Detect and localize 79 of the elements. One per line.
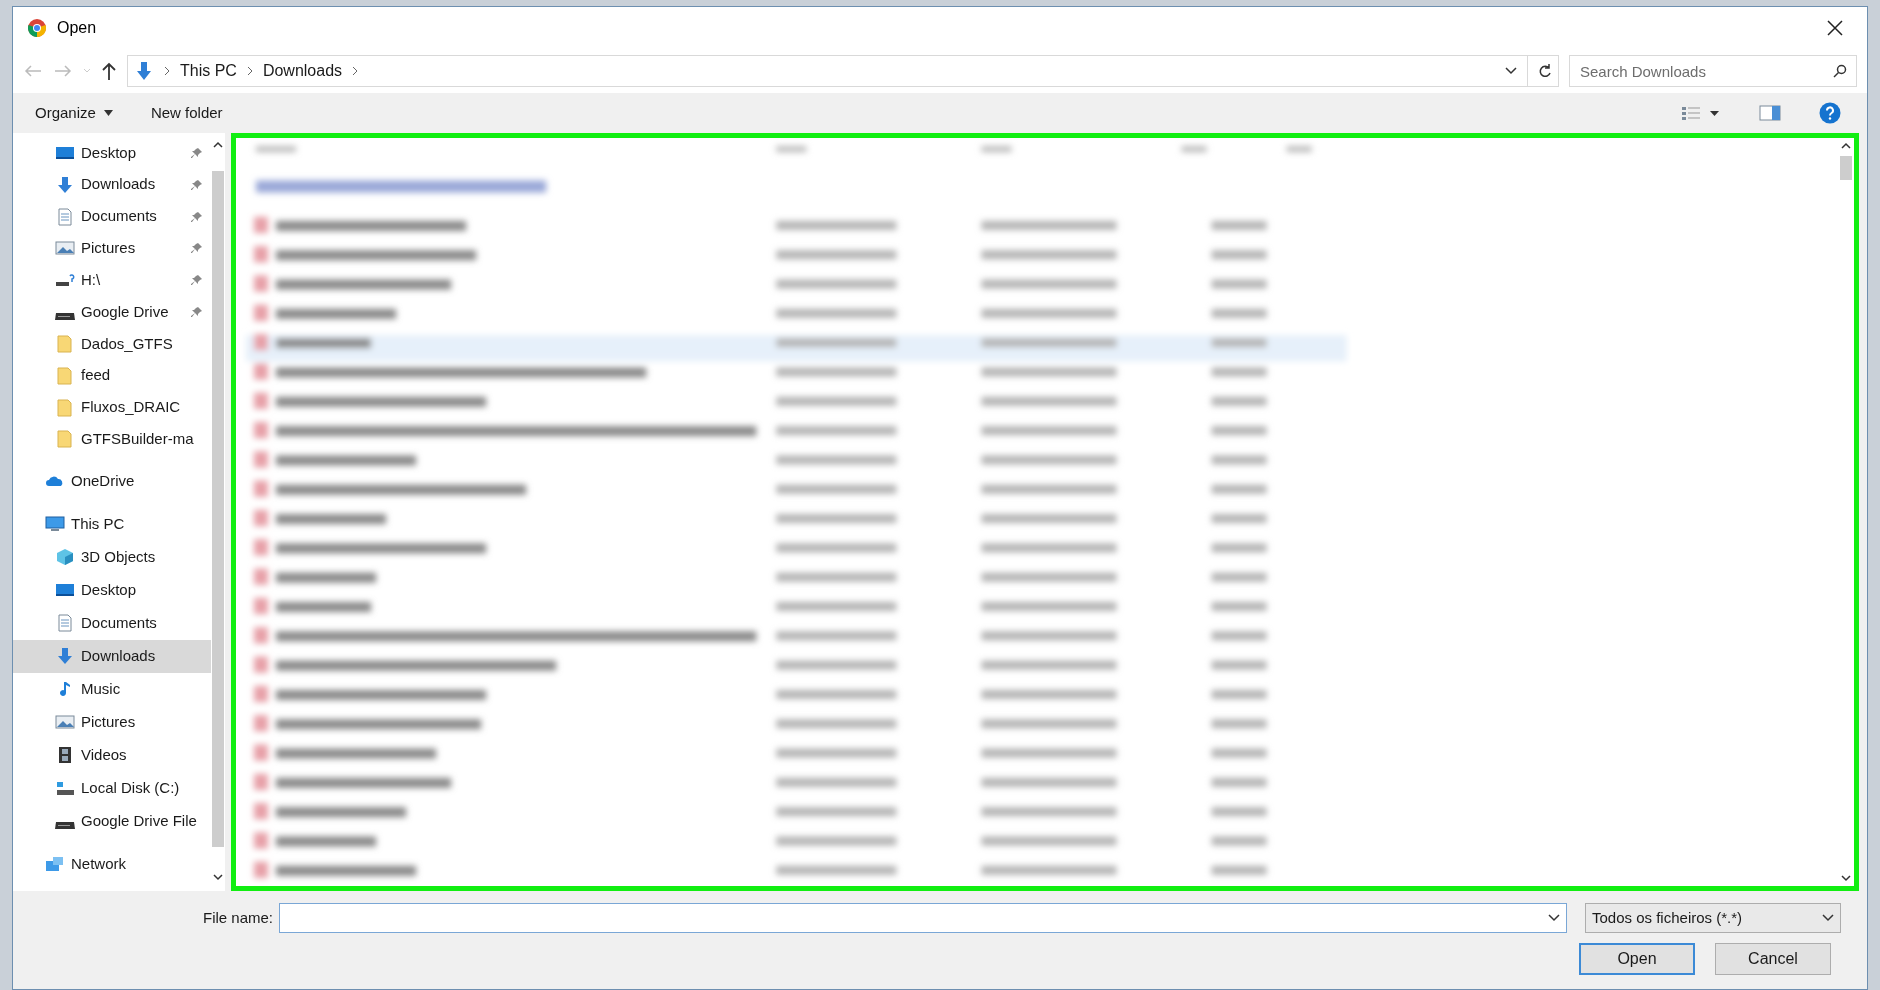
scroll-down-icon[interactable]: [213, 873, 223, 881]
dropdown-caret-icon[interactable]: [1548, 914, 1560, 922]
pin-icon[interactable]: [191, 146, 203, 159]
nav-item[interactable]: Google Drive File: [81, 810, 197, 833]
download-icon: [134, 61, 154, 81]
selected-nav-row[interactable]: Downloads: [13, 639, 211, 673]
view-options-icon[interactable]: [1681, 105, 1721, 121]
nav-item[interactable]: Pictures: [81, 711, 136, 734]
nav-item[interactable]: Pictures: [81, 237, 185, 260]
caret-icon: [103, 110, 113, 116]
open-button[interactable]: Open: [1579, 943, 1695, 975]
document-icon: [55, 614, 75, 633]
window-title: Open: [57, 18, 97, 38]
close-icon[interactable]: [1827, 20, 1843, 36]
file-type-dropdown[interactable]: Todos os ficheiros (*.*): [1585, 903, 1841, 933]
nav-item[interactable]: Local Disk (C:): [81, 777, 180, 800]
folder-icon: [55, 366, 75, 385]
disk-icon: [55, 779, 75, 798]
scroll-down-icon[interactable]: [1840, 874, 1851, 882]
cube-icon: [55, 548, 75, 567]
search-icon[interactable]: [1833, 64, 1847, 78]
nav-item[interactable]: OneDrive: [71, 470, 135, 493]
nav-item[interactable]: Videos: [81, 744, 127, 767]
nav-item[interactable]: Documents: [81, 205, 185, 228]
nav-item[interactable]: Google Drive: [81, 300, 185, 324]
nav-item[interactable]: Network: [71, 853, 126, 876]
nav-item[interactable]: GTFSBuilder-ma: [81, 428, 203, 451]
chevron-icon[interactable]: [164, 66, 170, 76]
nav-item[interactable]: Documents: [81, 612, 157, 635]
preview-pane-icon[interactable]: [1759, 105, 1781, 121]
scroll-up-icon[interactable]: [213, 141, 223, 149]
folder-icon: [55, 430, 75, 449]
browser-logo-icon: [27, 18, 47, 38]
nav-item[interactable]: Music: [81, 678, 121, 701]
pin-icon[interactable]: [191, 274, 203, 287]
scrollbar-thumb[interactable]: [212, 171, 224, 847]
breadcrumb[interactable]: This PC: [180, 59, 237, 83]
folder-icon: [55, 398, 75, 417]
network-icon: [45, 855, 65, 874]
nav-item[interactable]: Downloads: [81, 173, 185, 196]
download-icon: [55, 175, 75, 194]
organize-button[interactable]: Organize: [35, 101, 113, 125]
file-name-field[interactable]: [279, 903, 1567, 933]
drive-icon: [55, 821, 75, 829]
cancel-button[interactable]: Cancel: [1715, 943, 1831, 975]
pin-icon[interactable]: [191, 242, 203, 255]
drive-icon: [55, 312, 75, 320]
nav-item[interactable]: H:\: [81, 268, 185, 292]
help-icon[interactable]: [1819, 102, 1841, 124]
refresh-icon[interactable]: [1538, 63, 1552, 79]
breadcrumb[interactable]: Downloads: [262, 59, 343, 83]
nav-item[interactable]: 3D Objects: [81, 546, 156, 569]
dropdown-caret-icon[interactable]: [1505, 67, 1517, 75]
scrollbar-thumb[interactable]: [1839, 156, 1852, 180]
search-field[interactable]: Search Downloads: [1569, 55, 1857, 87]
pin-icon[interactable]: [191, 306, 203, 319]
file-name-label: File name:: [201, 907, 273, 928]
address-bar[interactable]: This PC Downloads: [127, 55, 1559, 87]
up-arrow-icon[interactable]: [101, 61, 117, 81]
dropdown-caret-icon: [1822, 914, 1834, 922]
pin-icon[interactable]: [191, 178, 203, 191]
new-folder-button[interactable]: New folder: [150, 101, 223, 125]
chevron-icon[interactable]: [246, 66, 253, 76]
computer-icon: [45, 515, 65, 534]
nav-item[interactable]: Desktop: [81, 141, 185, 165]
document-icon: [55, 207, 75, 226]
pictures-icon: [55, 713, 75, 732]
scroll-up-icon[interactable]: [1840, 142, 1851, 150]
folder-icon: [55, 334, 75, 353]
nav-item[interactable]: Desktop: [81, 579, 137, 602]
nav-item[interactable]: Downloads: [81, 645, 156, 668]
nav-item[interactable]: Fluxos_DRAIC: [81, 396, 203, 419]
pin-icon[interactable]: [191, 210, 203, 223]
nav-item[interactable]: Dados_GTFS: [81, 332, 203, 356]
nav-item[interactable]: This PC: [71, 513, 125, 536]
download-icon: [55, 647, 75, 666]
pictures-icon: [55, 239, 75, 258]
nav-item[interactable]: feed: [81, 364, 203, 387]
chevron-icon[interactable]: [352, 66, 359, 76]
